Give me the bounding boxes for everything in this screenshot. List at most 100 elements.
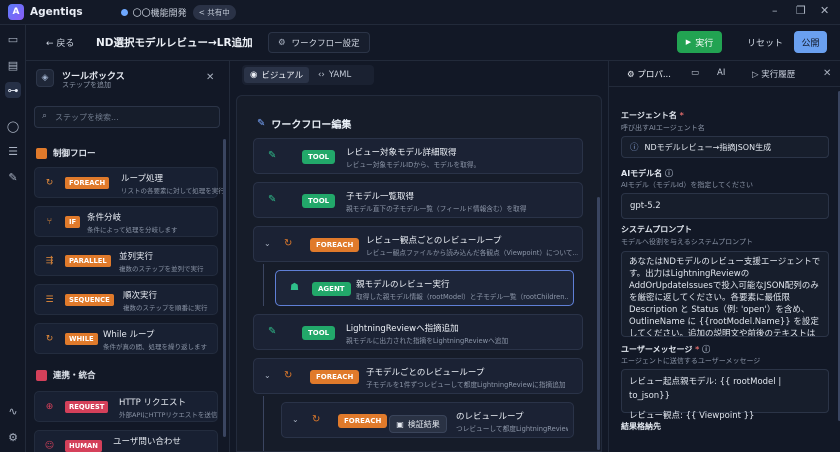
category-control-flow[interactable]: 制御フロー [36, 147, 96, 159]
tool-badge: SEQUENCE [65, 294, 114, 306]
tool-desc: 外部APIにHTTPリクエストを送信 [119, 411, 218, 419]
tool-item-if[interactable]: ⑂ IF 条件分岐 条件によって処理を分岐します [34, 206, 218, 237]
verify-label: 検証結果 [407, 419, 440, 429]
user-message-sub: エージェントに送信するユーザーメッセージ [621, 357, 761, 365]
editor-title-label: ワークフロー編集 [271, 120, 352, 131]
model-input[interactable]: gpt-5.2 [621, 193, 829, 219]
step-search-input[interactable] [55, 110, 215, 125]
agent-name-label: エージェント名 * [621, 110, 684, 121]
tab-properties[interactable]: ⚙ プロパ... [627, 68, 671, 80]
close-icon[interactable]: ✕ [823, 68, 831, 79]
tab-label: YAML [328, 70, 352, 80]
help-circle-icon: ⓘ [630, 143, 639, 153]
system-prompt-textarea[interactable]: あなたはNDモデルのレビュー支援エージェントです。出力はLightningRev… [621, 251, 829, 337]
workflow-settings-button[interactable]: ⚙ ワークフロー設定 [268, 32, 370, 53]
tool-item-request[interactable]: ⊕ REQUEST HTTP リクエスト 外部APIにHTTPリクエストを送信 [34, 391, 218, 422]
globe-icon: ⊕ [45, 401, 54, 412]
node-badge: FOREACH [310, 370, 360, 384]
workflow-node[interactable]: ✎ TOOL LightningReviewへ指摘追加 親モデルに出力された指摘… [253, 314, 583, 350]
comment-icon: ▭ [691, 68, 700, 78]
tool-item-parallel[interactable]: ⇶ PARALLEL 並列実行 複数のステップを並列で実行 [34, 245, 218, 276]
canvas-scrollbar[interactable] [597, 197, 600, 450]
node-title: 子モデル一覧取得 [346, 192, 415, 202]
control-flow-icon [36, 147, 47, 159]
node-title: レビュー観点ごとのレビューループ [366, 236, 502, 246]
user-icon[interactable]: ◯ [5, 118, 21, 134]
project-status-dot [120, 8, 128, 16]
node-title: のレビューループ [456, 412, 524, 422]
tab-visual[interactable]: ◉ ビジュアル [244, 67, 310, 83]
branch-icon: ⑂ [46, 216, 53, 227]
tool-item-human[interactable]: ☺ HUMAN ユーザ問い合わせ [34, 430, 218, 452]
robot-icon: ☗ [290, 282, 299, 293]
minimize-icon[interactable]: – [772, 4, 778, 17]
cube-icon: ◈ [36, 69, 54, 87]
reset-button[interactable]: リセット [741, 31, 789, 53]
back-button[interactable]: ← 戻る [46, 36, 74, 49]
maximize-icon[interactable]: ❐ [796, 4, 806, 17]
agent-name-select[interactable]: ⓘ NDモデルレビュー→指摘JSON生成 [621, 136, 829, 158]
tab-ai[interactable]: AI [717, 68, 725, 78]
integration-icon [36, 369, 47, 381]
chevron-down-icon[interactable]: ⌄ [292, 415, 299, 424]
wrench-icon[interactable]: ✎ [5, 169, 21, 185]
gear-icon: ⚙ [278, 37, 286, 48]
node-badge: FOREACH [338, 414, 388, 428]
settings-gear-icon[interactable]: ⚙ [5, 429, 21, 445]
workflow-icon[interactable]: ⊶ [5, 82, 21, 98]
tool-item-foreach[interactable]: ↻ FOREACH ループ処理 リストの各要素に対して処理を実行 [34, 167, 225, 198]
icon-rail: ▭ ▤ ⊶ ◯ ☰ ✎ ∿ ⚙ [0, 25, 26, 452]
workflow-node-agent[interactable]: ☗ AGENT 親モデルのレビュー実行 取得した親モデル情報（rootModel… [275, 270, 574, 306]
tool-item-while[interactable]: ↻ WHILE While ループ 条件が真の間、処理を繰り返します [34, 323, 218, 354]
help-icon[interactable]: ⓘ [702, 345, 710, 354]
run-button[interactable]: ▶ 実行 [677, 31, 722, 53]
toolbox-scrollbar[interactable] [223, 139, 226, 437]
user-message-textarea[interactable]: レビュー起点親モデル: {{ rootModel | to_json}} レビュ… [621, 369, 829, 421]
wrench-icon: ✎ [268, 194, 277, 205]
model-label: AIモデル名 ⓘ [621, 168, 673, 179]
tool-name: 順次実行 [123, 291, 158, 301]
gear-icon: ⚙ [627, 70, 635, 80]
tab-run-history[interactable]: ▷ 実行履歴 [752, 68, 795, 80]
node-desc: レビュー観点ファイルから読み込んだ各観点（Viewpoint）について... [366, 249, 578, 257]
workflow-node[interactable]: ✎ TOOL レビュー対象モデル詳細取得 レビュー対象モデルIDから、モデルを取… [253, 138, 583, 174]
loop-icon: ↻ [284, 370, 293, 381]
nest-connector [263, 264, 264, 306]
tool-badge: IF [65, 216, 81, 228]
node-desc: 取得した親モデル情報（rootModel）と子モデル一覧（rootChildre… [356, 293, 568, 301]
verify-result-button[interactable]: ▣ 検証結果 [389, 415, 447, 433]
close-icon[interactable]: ✕ [206, 72, 214, 83]
editor-title: ✎ ワークフロー編集 [257, 116, 351, 131]
node-badge: TOOL [302, 194, 336, 208]
chevron-down-icon[interactable]: ⌄ [264, 371, 271, 380]
node-badge: FOREACH [310, 238, 360, 252]
activity-icon[interactable]: ∿ [5, 403, 21, 419]
database-icon[interactable]: ☰ [5, 143, 21, 159]
agent-name-sub: 呼び出すAIエージェント名 [621, 124, 705, 132]
toolbox-panel: ◈ ツールボックス ステップを追加 ✕ ⌕ 制御フロー ↻ FOREACH ルー… [26, 61, 230, 452]
tab-yaml[interactable]: ‹› YAML [312, 67, 357, 83]
person-icon: ☺ [44, 440, 55, 451]
node-desc: つレビューして都度LightningReviewに指摘追加 [456, 425, 568, 433]
workflow-node[interactable]: ✎ TOOL 子モデル一覧取得 親モデル直下の子モデル一覧（フィールド情報含む）… [253, 182, 583, 218]
category-integration[interactable]: 連携・統合 [36, 369, 96, 381]
tool-badge: FOREACH [65, 177, 110, 189]
play-icon: ▷ [752, 70, 759, 80]
workflow-node-foreach[interactable]: ⌄ ↻ FOREACH 子モデルごとのレビューループ 子モデルを1件ずつレビュー… [253, 358, 583, 394]
workflow-node-foreach[interactable]: ⌄ ↻ FOREACH レビュー観点ごとのレビューループ レビュー観点ファイルか… [253, 226, 583, 262]
view-toggle: ◉ ビジュアル ‹› YAML [242, 65, 374, 85]
system-prompt-label: システムプロンプト [621, 225, 693, 234]
close-window-icon[interactable]: ✕ [820, 4, 829, 17]
help-icon[interactable]: ⓘ [665, 169, 673, 178]
step-search: ⌕ [34, 106, 220, 128]
publish-button[interactable]: 公開 [794, 31, 827, 53]
tool-item-sequence[interactable]: ☰ SEQUENCE 順次実行 複数のステップを順番に実行 [34, 284, 218, 315]
tab-comment[interactable]: ▭ [691, 68, 699, 78]
chat-icon[interactable]: ▭ [5, 31, 21, 47]
user-message-line: レビュー起点親モデル: {{ rootModel | to_json}} [629, 377, 782, 401]
document-icon[interactable]: ▤ [5, 57, 21, 73]
chevron-down-icon[interactable]: ⌄ [264, 239, 271, 248]
play-icon: ▶ [685, 38, 692, 46]
project-name[interactable]: 〇〇機能開発 [133, 6, 187, 19]
share-badge[interactable]: < 共有中 [192, 4, 236, 20]
